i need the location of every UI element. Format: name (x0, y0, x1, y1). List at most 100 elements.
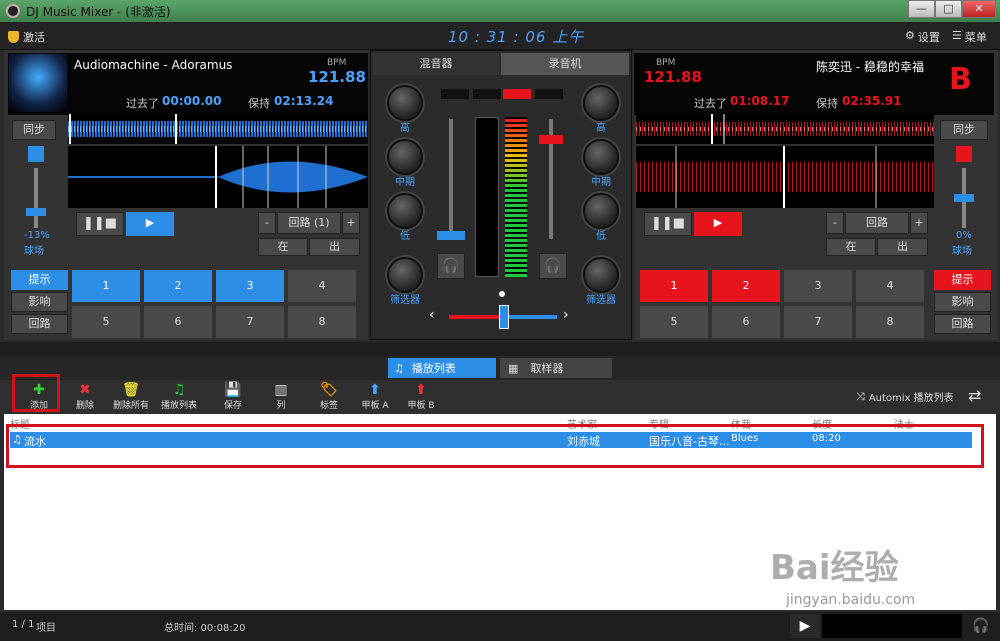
tab-mixer[interactable]: 混音器 (373, 53, 499, 75)
filter-label-a: 筛选器 (390, 295, 420, 306)
play-button[interactable]: ▶ (126, 212, 174, 236)
hotcue-pad[interactable]: 3 (784, 270, 852, 302)
volume-fader-a[interactable] (449, 119, 453, 239)
loop-plus-button[interactable]: + (910, 212, 928, 234)
toolbar-button-save[interactable]: 💾 保存 (210, 382, 256, 411)
hotcue-pad[interactable]: 5 (72, 306, 140, 338)
toolbar-button-tag[interactable]: 🏷 标签 (306, 382, 352, 411)
filter-knob-a[interactable] (387, 257, 423, 293)
headphone-icon[interactable]: 🎧 (968, 614, 994, 638)
close-button[interactable]: ✕ (962, 0, 996, 18)
mid-label-a: 中期 (395, 177, 415, 188)
toolbar-label: 播放列表 (160, 401, 197, 411)
lock-icon[interactable] (28, 146, 44, 162)
tab-recorder[interactable]: 录音机 (501, 53, 629, 75)
high-label-b: 高 (596, 123, 606, 134)
bpm-value: 121.88 (644, 68, 702, 86)
low-knob-a[interactable] (387, 193, 423, 229)
pause-stop-button[interactable]: ❚❚■ (644, 212, 692, 236)
hotcue-pad[interactable]: 8 (288, 306, 356, 338)
hotcue-pad[interactable]: 5 (640, 306, 708, 338)
crossfader-handle[interactable] (499, 305, 509, 329)
hotcue-pad[interactable]: 6 (712, 306, 780, 338)
loop-minus-button[interactable]: - (826, 212, 844, 234)
toolbar-button-columns[interactable]: ▥ 列 (258, 382, 304, 411)
loop-button[interactable]: 回路 (1) (277, 212, 341, 234)
toolbar-button-delete[interactable]: ✖ 删除 (62, 382, 108, 411)
hotcue-pad[interactable]: 2 (712, 270, 780, 302)
loop-minus-button[interactable]: - (258, 212, 276, 234)
toolbar-button-playlist[interactable]: ♫ 播放列表 (156, 382, 202, 411)
settings-button[interactable]: ⚙ 设置 (905, 29, 940, 45)
menu-button[interactable]: ☰ 菜单 (952, 29, 987, 45)
loop-tab[interactable]: 回路 (934, 314, 991, 334)
tab-sampler[interactable]: ▦ 取样器 (500, 358, 612, 378)
high-knob-a[interactable] (387, 85, 423, 121)
pause-stop-button[interactable]: ❚❚■ (76, 212, 124, 236)
highlight-box (6, 424, 984, 468)
hotcue-pad[interactable]: 1 (640, 270, 708, 302)
deck-a-icon: ⬆ (369, 382, 381, 398)
activate-button[interactable]: 激活 (8, 29, 45, 45)
low-knob-b[interactable] (583, 193, 619, 229)
hotcue-pad[interactable]: 4 (856, 270, 924, 302)
toolbar-button-deck-b[interactable]: ⬆ 甲板 B (398, 382, 444, 411)
crossfader-track-right (503, 315, 557, 319)
play-button[interactable]: ▶ (694, 212, 742, 236)
pitch-handle[interactable] (26, 208, 46, 216)
sync-button[interactable]: 同步 (12, 120, 56, 140)
effect-tab[interactable]: 影响 (11, 292, 68, 312)
loop-tab[interactable]: 回路 (11, 314, 68, 334)
loop-in-button[interactable]: 在 (826, 238, 876, 256)
headphone-icon[interactable]: 🎧 (539, 253, 567, 279)
chevron-right-icon[interactable]: › (563, 307, 569, 323)
headphone-icon[interactable]: 🎧 (437, 253, 465, 279)
automix-button[interactable]: ⤨ Automix 播放列表 (856, 389, 954, 405)
mid-knob-a[interactable] (387, 139, 423, 175)
preview-play-icon[interactable]: ▶ (790, 614, 820, 638)
zoom-waveform[interactable] (636, 146, 934, 208)
tab-playlist[interactable]: ♫ 播放列表 (388, 358, 496, 378)
cue-tab[interactable]: 提示 (11, 270, 68, 290)
app-icon (6, 4, 20, 18)
toolbar-button-trash[interactable]: 🗑 删除所有 (108, 382, 154, 411)
loop-out-button[interactable]: 出 (309, 238, 360, 256)
hotcue-pad[interactable]: 7 (216, 306, 284, 338)
overview-waveform[interactable] (636, 114, 934, 144)
high-knob-b[interactable] (583, 85, 619, 121)
overview-waveform[interactable] (68, 114, 368, 144)
pitch-handle[interactable] (954, 194, 974, 202)
maximize-button[interactable]: □ (935, 0, 962, 18)
filter-knob-b[interactable] (583, 257, 619, 293)
hotcue-pad[interactable]: 1 (72, 270, 140, 302)
pause-icon: ❚❚■ (650, 216, 686, 231)
hotcue-pad[interactable]: 3 (216, 270, 284, 302)
hotcue-pad[interactable]: 7 (784, 306, 852, 338)
volume-handle-b[interactable] (539, 135, 563, 144)
minimize-button[interactable]: — (908, 0, 935, 18)
zoom-waveform[interactable] (68, 146, 368, 208)
mid-knob-b[interactable] (583, 139, 619, 175)
hotcue-pad[interactable]: 6 (144, 306, 212, 338)
lock-icon[interactable] (956, 146, 972, 162)
cue-tab[interactable]: 提示 (934, 270, 991, 290)
loop-button[interactable]: 回路 (845, 212, 909, 234)
loop-in-button[interactable]: 在 (258, 238, 308, 256)
repeat-icon[interactable]: ⇄ (968, 386, 981, 405)
deck-a: Audiomachine - Adoramus BPM 121.88 过去了 0… (4, 50, 368, 340)
activate-label: 激活 (23, 31, 45, 44)
hotcue-pad[interactable]: 2 (144, 270, 212, 302)
remain-label: 保持 (248, 97, 270, 110)
volume-handle-a[interactable] (437, 231, 465, 240)
toolbar-button-deck-a[interactable]: ⬆ 甲板 A (352, 382, 398, 411)
sync-button[interactable]: 同步 (940, 120, 988, 140)
chevron-left-icon[interactable]: ‹ (429, 307, 435, 323)
pitch-slider[interactable] (34, 168, 38, 228)
hotcue-pad[interactable]: 8 (856, 306, 924, 338)
hotcue-pad[interactable]: 4 (288, 270, 356, 302)
loop-plus-button[interactable]: + (342, 212, 360, 234)
loop-out-button[interactable]: 出 (877, 238, 928, 256)
menu-label: 菜单 (964, 31, 987, 44)
effect-tab[interactable]: 影响 (934, 292, 991, 312)
pitch-label: 球场 (24, 246, 44, 257)
